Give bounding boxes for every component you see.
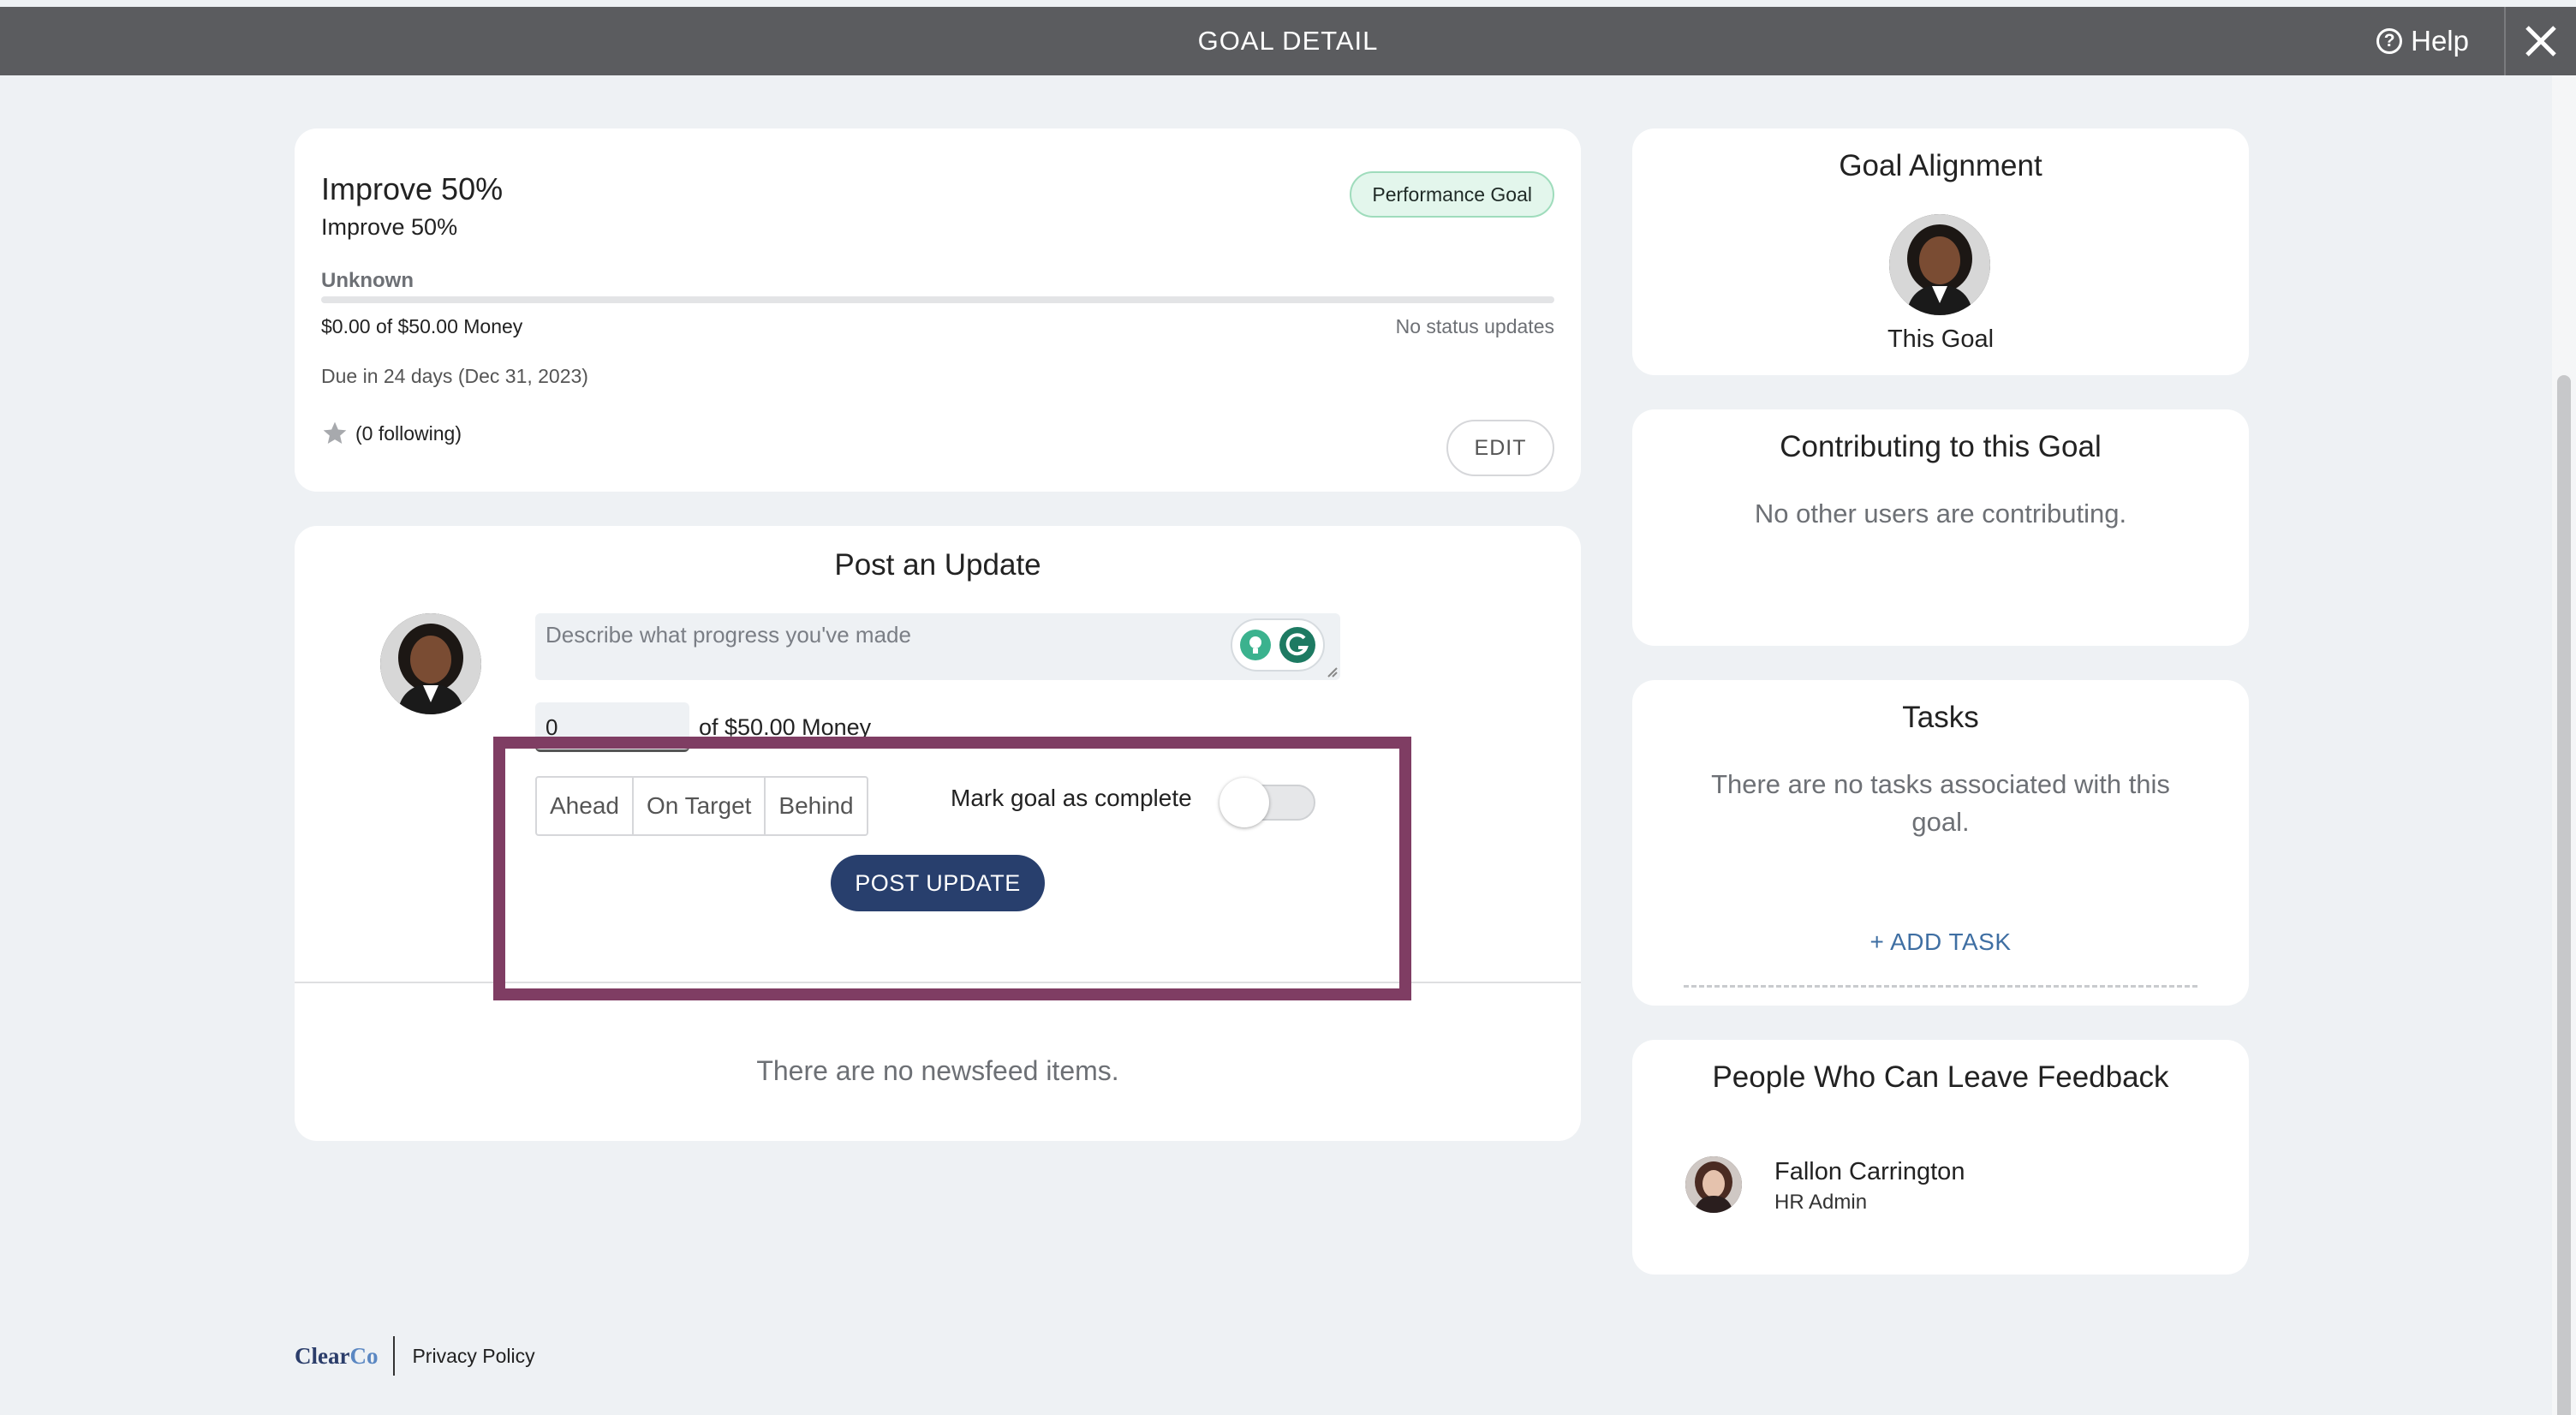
goal-type-badge: Performance Goal bbox=[1350, 171, 1554, 218]
follow-control[interactable]: (0 following) bbox=[321, 420, 462, 447]
tasks-card: Tasks There are no tasks associated with… bbox=[1632, 680, 2249, 1006]
lightbulb-icon[interactable] bbox=[1238, 628, 1273, 662]
highlight-box bbox=[493, 737, 1411, 1000]
contributing-heading: Contributing to this Goal bbox=[1780, 430, 2102, 463]
edit-button[interactable]: EDIT bbox=[1446, 420, 1554, 476]
close-button[interactable] bbox=[2504, 7, 2576, 75]
user-avatar-icon bbox=[1889, 214, 1990, 315]
post-update-heading: Post an Update bbox=[834, 548, 1041, 582]
alignment-caption: This Goal bbox=[1887, 325, 1995, 353]
goal-summary-card: Improve 50% Improve 50% Performance Goal… bbox=[295, 128, 1581, 492]
person-role: HR Admin bbox=[1774, 1191, 1868, 1214]
feedback-heading: People Who Can Leave Feedback bbox=[1712, 1060, 2169, 1094]
user-avatar-icon bbox=[380, 613, 481, 714]
question-circle-icon: ? bbox=[2376, 28, 2403, 54]
status-updates-text: No status updates bbox=[1395, 315, 1554, 337]
tasks-heading: Tasks bbox=[1902, 701, 1979, 734]
avatar bbox=[1685, 1156, 1742, 1213]
company-logo: ClearCo bbox=[295, 1336, 396, 1376]
goal-alignment-heading: Goal Alignment bbox=[1839, 149, 2042, 182]
goal-due-date: Due in 24 days (Dec 31, 2023) bbox=[321, 365, 588, 387]
grammar-check-icon[interactable] bbox=[1278, 625, 1317, 665]
scrollbar[interactable] bbox=[2552, 75, 2576, 1415]
resize-handle-icon[interactable] bbox=[1325, 665, 1339, 678]
goal-title: Improve 50% bbox=[321, 171, 504, 206]
add-task-button[interactable]: + ADD TASK bbox=[1632, 928, 2249, 956]
footer: ClearCo Privacy Policy bbox=[295, 1336, 535, 1376]
goal-progress-bar bbox=[321, 296, 1554, 303]
contributing-card: Contributing to this Goal No other users… bbox=[1632, 409, 2249, 646]
avatar bbox=[380, 613, 481, 714]
writing-assistant-widget[interactable] bbox=[1231, 618, 1325, 672]
progress-description-placeholder: Describe what progress you've made bbox=[546, 622, 911, 648]
tasks-empty-message: There are no tasks associated with this … bbox=[1711, 769, 2170, 837]
goal-status: Unknown bbox=[321, 269, 414, 292]
scrollbar-thumb[interactable] bbox=[2557, 375, 2571, 1415]
feedback-card: People Who Can Leave Feedback Fallon Car… bbox=[1632, 1040, 2249, 1275]
goal-amount: $0.00 of $50.00 Money bbox=[321, 315, 523, 337]
top-bar: GOAL DETAIL ? Help bbox=[0, 7, 2576, 75]
logo-text-accent: Co bbox=[349, 1343, 379, 1369]
help-label: Help bbox=[2411, 25, 2469, 57]
contributing-empty-message: No other users are contributing. bbox=[1754, 499, 2127, 528]
close-icon bbox=[2525, 26, 2556, 57]
divider bbox=[1684, 985, 2197, 988]
following-count: (0 following) bbox=[355, 421, 462, 445]
avatar[interactable] bbox=[1889, 214, 1990, 315]
privacy-policy-link[interactable]: Privacy Policy bbox=[395, 1345, 534, 1368]
person-name: Fallon Carrington bbox=[1774, 1158, 1965, 1185]
logo-text-main: Clear bbox=[295, 1343, 350, 1369]
progress-description-input[interactable]: Describe what progress you've made bbox=[535, 613, 1340, 680]
goal-alignment-card: Goal Alignment This Goal bbox=[1632, 128, 2249, 375]
goal-description: Improve 50% bbox=[321, 214, 458, 240]
page-title: GOAL DETAIL bbox=[1197, 26, 1379, 56]
user-avatar-icon bbox=[1685, 1156, 1742, 1213]
help-button[interactable]: ? Help bbox=[2376, 7, 2469, 75]
newsfeed-empty-message: There are no newsfeed items. bbox=[756, 1055, 1119, 1086]
star-icon[interactable] bbox=[321, 420, 349, 447]
